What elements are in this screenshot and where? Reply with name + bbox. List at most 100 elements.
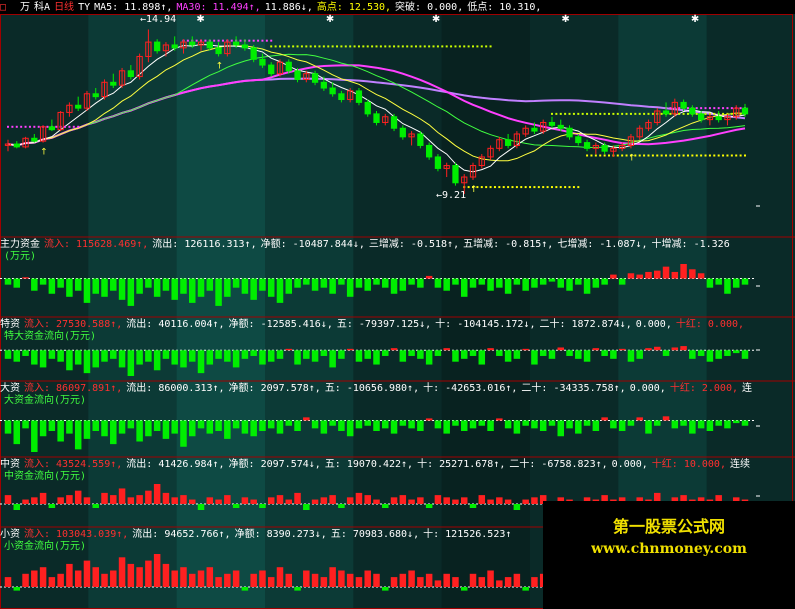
level-dot [357, 45, 360, 48]
panel-stat: 三增减: -0.518↑, [368, 239, 460, 250]
flow-bar [162, 563, 170, 587]
level-dot [213, 39, 216, 42]
flow-bar [188, 573, 196, 587]
flow-bar [417, 577, 424, 587]
flow-bar [74, 350, 82, 365]
flow-bar [127, 420, 135, 429]
candle-body [373, 113, 380, 123]
flow-bar [197, 420, 205, 429]
level-dot [344, 45, 347, 48]
flow-bar [4, 350, 12, 359]
flow-bar [469, 350, 477, 356]
level-dot [590, 112, 593, 115]
flow-bar [671, 420, 679, 429]
flow-bar [13, 587, 21, 591]
level-dot [612, 112, 615, 115]
candle-body [127, 70, 134, 78]
panel-stat: 十: 121526.523↑ [423, 529, 512, 540]
flow-bar [250, 499, 257, 504]
level-dot [454, 45, 457, 48]
flow-bar [224, 495, 231, 504]
level-dot [603, 154, 606, 157]
flow-bar [127, 563, 135, 587]
level-dot [489, 45, 492, 48]
flow-bar [329, 495, 336, 504]
candle-body [110, 81, 117, 86]
level-dot [586, 154, 589, 157]
flow-bar [636, 274, 643, 279]
level-dot [568, 112, 571, 115]
flow-bar [180, 495, 187, 504]
flow-bar [373, 499, 380, 504]
level-dot [717, 107, 720, 110]
flow-bar [118, 420, 126, 434]
flow-bar [241, 587, 249, 591]
flow-bar [39, 420, 47, 437]
level-dot [590, 154, 593, 157]
panel-stat: 流出: 86000.313↑, [126, 383, 225, 394]
flow-bar [31, 570, 38, 587]
level-dot [559, 186, 562, 189]
panel-header-main: 主力资金 流入: 115628.469↑, 流出: 126116.313↑, 净额: … [0, 238, 795, 252]
buy-arrow: ↑ [470, 185, 478, 195]
level-dot [695, 112, 698, 115]
flow-bar [57, 573, 64, 587]
panel-stat: 十: -42653.016↑, [423, 383, 518, 394]
panel-stat: 净额: -10487.844↓, [260, 239, 365, 250]
flow-bar [382, 420, 389, 429]
flow-bar [66, 563, 73, 587]
flow-bar [346, 348, 354, 351]
level-dot [436, 45, 439, 48]
flow-bar [57, 278, 64, 288]
flow-bar [162, 492, 170, 504]
level-dot [362, 45, 365, 48]
top-bar-item: 11.886↓, [264, 2, 313, 13]
level-dot [493, 186, 496, 189]
flow-bar [487, 420, 494, 431]
flow-bar [566, 278, 573, 291]
flow-bar [294, 492, 301, 504]
level-dot [239, 39, 242, 42]
flow-bar [338, 420, 345, 431]
level-dot [546, 186, 549, 189]
flow-bar [294, 278, 301, 288]
level-dot [621, 154, 624, 157]
level-dot [300, 45, 303, 48]
candle-body [259, 58, 266, 66]
flow-bar [539, 350, 547, 356]
level-dot [708, 154, 711, 157]
panel-stat: 流出: 126116.313↑, [152, 239, 257, 250]
flow-bar [346, 278, 354, 297]
panel-stat: 0.000, [635, 319, 672, 330]
level-dot [366, 45, 369, 48]
flow-bar [153, 554, 161, 587]
flow-bar [382, 587, 389, 591]
flow-bar [101, 350, 108, 362]
candle-body [31, 137, 38, 142]
flow-bar [662, 350, 670, 356]
level-dot [577, 112, 580, 115]
flow-bar [531, 420, 538, 429]
level-dot [638, 112, 641, 115]
flow-bar [654, 346, 661, 351]
level-dot [55, 125, 58, 128]
level-dot [608, 112, 611, 115]
flow-bar [364, 570, 371, 587]
flow-bar [601, 417, 608, 421]
flow-bar [267, 497, 275, 504]
level-dot [735, 154, 738, 157]
level-dot [28, 125, 31, 128]
flow-bar [496, 350, 503, 356]
panel-title: 主力资金 [0, 239, 40, 250]
buy-arrow: ↑ [216, 61, 224, 71]
level-dot [695, 154, 698, 157]
flow-bar [425, 350, 433, 365]
flow-bar [355, 278, 363, 288]
panel-stat: 二十: -34335.758↑, [521, 383, 626, 394]
flow-bar [478, 495, 486, 504]
candle-body [566, 127, 573, 138]
flow-bar [706, 350, 714, 362]
candle-body [531, 127, 538, 132]
flow-bar [610, 350, 617, 359]
flow-bar [364, 278, 371, 291]
